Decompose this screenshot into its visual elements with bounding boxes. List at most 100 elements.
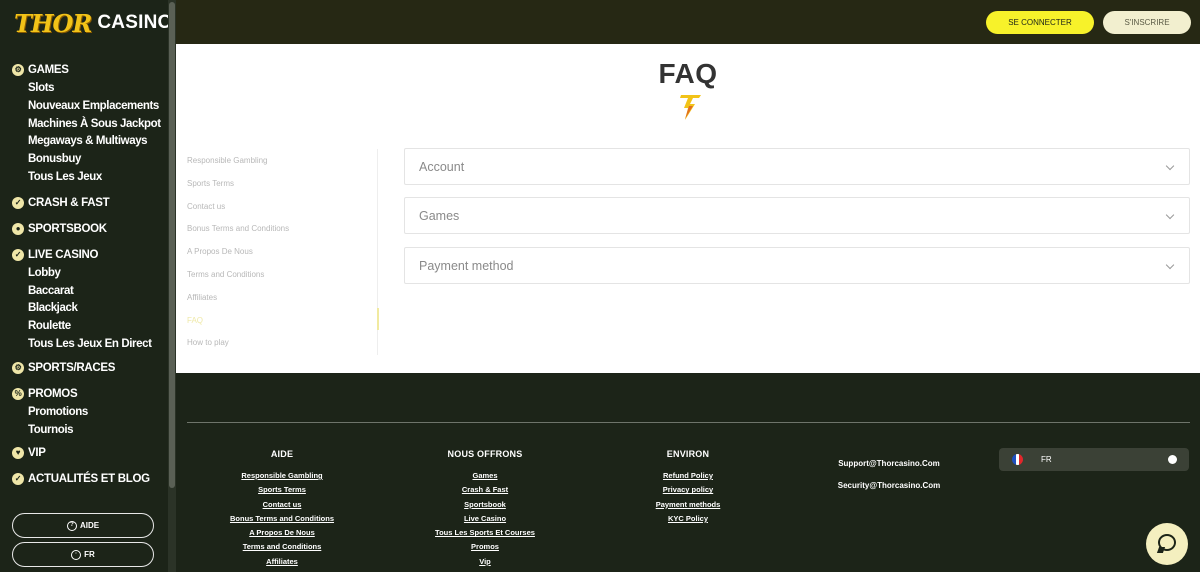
footer-link[interactable]: Tous Les Sports Et Courses bbox=[425, 526, 545, 540]
footer-link[interactable]: Sports Terms bbox=[222, 483, 342, 497]
nav-games-slots[interactable]: Slots bbox=[0, 80, 168, 98]
nav-games-new-slots[interactable]: Nouveaux Emplacements bbox=[0, 98, 168, 116]
nav-promos-promotions[interactable]: Promotions bbox=[0, 404, 168, 422]
nav-sportsbook[interactable]: ● SPORTSBOOK bbox=[0, 219, 168, 239]
footer-language-label: FR bbox=[1041, 455, 1052, 464]
footer-link[interactable]: Crash & Fast bbox=[425, 483, 545, 497]
nav-crash-label: CRASH & FAST bbox=[28, 196, 110, 209]
footer: AIDE Responsible Gambling Sports Terms C… bbox=[176, 373, 1200, 572]
thor-lightning-icon bbox=[680, 95, 701, 120]
games-icon: ⚙ bbox=[12, 64, 24, 76]
nav-games-megaways[interactable]: Megaways & Multiways bbox=[0, 133, 168, 151]
nav-live-lobby[interactable]: Lobby bbox=[0, 265, 168, 283]
nav-crash[interactable]: ✓ CRASH & FAST bbox=[0, 193, 168, 213]
footer-language-select[interactable]: FR bbox=[999, 448, 1189, 471]
chevron-down-icon bbox=[1165, 210, 1175, 220]
side-menu-item[interactable]: Terms and Conditions bbox=[187, 264, 367, 287]
footer-divider bbox=[187, 422, 1190, 423]
language-button[interactable]: · FR bbox=[12, 542, 154, 567]
footer-col-aide: AIDE Responsible Gambling Sports Terms C… bbox=[222, 447, 342, 569]
footer-link[interactable]: Payment methods bbox=[628, 498, 748, 512]
crash-icon: ✓ bbox=[12, 196, 24, 209]
language-toggle-knob bbox=[1168, 455, 1177, 464]
footer-link[interactable]: Live Casino bbox=[425, 512, 545, 526]
security-email[interactable]: Security@Thorcasino.Com bbox=[834, 481, 944, 490]
footer-link[interactable]: Bonus Terms and Conditions bbox=[222, 512, 342, 526]
footer-link[interactable]: A Propos De Nous bbox=[222, 526, 342, 540]
side-menu-item[interactable]: Bonus Terms and Conditions bbox=[187, 218, 367, 241]
nav-vip[interactable]: ♥ VIP bbox=[0, 443, 168, 463]
nav-games[interactable]: ⚙ GAMES bbox=[0, 60, 168, 80]
footer-link[interactable]: Sportsbook bbox=[425, 498, 545, 512]
footer-link[interactable]: Games bbox=[425, 469, 545, 483]
footer-link[interactable]: KYC Policy bbox=[628, 512, 748, 526]
page-title: FAQ bbox=[658, 58, 718, 89]
help-icon: ? bbox=[66, 520, 77, 531]
sidebar-scrollbar[interactable] bbox=[168, 0, 176, 572]
footer-link[interactable]: Promos bbox=[425, 540, 545, 554]
nav-live-label: LIVE CASINO bbox=[28, 248, 99, 261]
help-button[interactable]: ? AIDE bbox=[12, 513, 154, 538]
nav-games-jackpot[interactable]: Machines À Sous Jackpot bbox=[0, 116, 168, 134]
vip-icon: ♥ bbox=[12, 447, 24, 460]
footer-col-title: AIDE bbox=[270, 449, 294, 459]
app: THOR CASINO ⚙ GAMES Slots Nouveaux Empla… bbox=[0, 0, 1200, 572]
nav-games-all[interactable]: Tous Les Jeux bbox=[0, 169, 168, 187]
side-menu-item[interactable]: Sports Terms bbox=[187, 173, 367, 196]
nav-vip-label: VIP bbox=[28, 447, 46, 460]
language-button-label: FR bbox=[84, 550, 95, 559]
side-menu-item[interactable]: How to play bbox=[187, 332, 367, 355]
live-casino-icon: ✓ bbox=[12, 248, 24, 261]
nav-live-all[interactable]: Tous Les Jeux En Direct bbox=[0, 336, 168, 354]
accordion-label: Games bbox=[419, 209, 460, 223]
footer-link[interactable]: Responsible Gambling bbox=[222, 469, 342, 483]
sidebar: THOR CASINO ⚙ GAMES Slots Nouveaux Empla… bbox=[0, 0, 168, 572]
footer-col-environ: ENVIRON Refund Policy Privacy policy Pay… bbox=[628, 447, 748, 526]
footer-link[interactable]: Refund Policy bbox=[628, 469, 748, 483]
sidebar-nav: ⚙ GAMES Slots Nouveaux Emplacements Mach… bbox=[0, 60, 168, 489]
side-menu-item-active[interactable]: FAQ bbox=[187, 310, 367, 333]
footer-col-title: NOUS OFFRONS bbox=[447, 449, 523, 459]
globe-icon: · bbox=[71, 549, 82, 560]
chat-icon-tail bbox=[1156, 547, 1166, 553]
footer-link[interactable]: Contact us bbox=[222, 498, 342, 512]
side-menu-item[interactable]: Responsible Gambling bbox=[187, 150, 367, 173]
nav-promos-tournois[interactable]: Tournois bbox=[0, 422, 168, 440]
nav-live-blackjack[interactable]: Blackjack bbox=[0, 300, 168, 318]
nav-promos[interactable]: % PROMOS bbox=[0, 384, 168, 404]
support-email[interactable]: Support@Thorcasino.Com bbox=[834, 459, 944, 468]
register-button[interactable]: S'INSCRIRE bbox=[1103, 11, 1191, 34]
logo-thor-text: THOR bbox=[14, 8, 92, 38]
accordion-games[interactable]: Games bbox=[404, 197, 1190, 234]
footer-col-title: ENVIRON bbox=[666, 449, 710, 459]
news-icon: ✓ bbox=[12, 473, 24, 486]
nav-live-casino[interactable]: ✓ LIVE CASINO bbox=[0, 245, 168, 265]
nav-sports-races[interactable]: ⚙ SPORTS/RACES bbox=[0, 358, 168, 378]
nav-games-bonusbuy[interactable]: Bonusbuy bbox=[0, 151, 168, 169]
nav-sportsraces-label: SPORTS/RACES bbox=[28, 361, 116, 374]
nav-news-blog[interactable]: ✓ ACTUALITÉS ET BLOG bbox=[0, 469, 168, 489]
login-button[interactable]: SE CONNECTER bbox=[986, 11, 1094, 34]
accordion-payment-method[interactable]: Payment method bbox=[404, 247, 1190, 284]
chat-button[interactable] bbox=[1146, 523, 1188, 565]
footer-link[interactable]: Privacy policy bbox=[628, 483, 748, 497]
france-flag-icon bbox=[1012, 454, 1023, 465]
nav-live-roulette[interactable]: Roulette bbox=[0, 318, 168, 336]
logo-casino-text: CASINO bbox=[97, 12, 168, 33]
footer-link[interactable]: Terms and Conditions bbox=[222, 540, 342, 554]
sports-races-icon: ⚙ bbox=[12, 361, 24, 374]
footer-link[interactable]: Vip bbox=[425, 555, 545, 569]
nav-promos-label: PROMOS bbox=[28, 387, 78, 400]
side-menu-item[interactable]: Contact us bbox=[187, 196, 367, 219]
footer-link[interactable]: Affiliates bbox=[222, 555, 342, 569]
sportsbook-icon: ● bbox=[12, 222, 24, 235]
nav-live-baccarat[interactable]: Baccarat bbox=[0, 283, 168, 301]
help-button-label: AIDE bbox=[79, 521, 100, 530]
side-menu-item[interactable]: Affiliates bbox=[187, 287, 367, 310]
sidebar-scrollbar-thumb[interactable] bbox=[169, 2, 175, 488]
accordion-account[interactable]: Account bbox=[404, 148, 1190, 185]
faq-side-menu: Responsible Gambling Sports Terms Contac… bbox=[187, 150, 367, 355]
nav-news-label: ACTUALITÉS ET BLOG bbox=[28, 473, 150, 486]
side-menu-item[interactable]: A Propos De Nous bbox=[187, 241, 367, 264]
thor-casino-logo[interactable]: THOR CASINO bbox=[14, 6, 168, 40]
